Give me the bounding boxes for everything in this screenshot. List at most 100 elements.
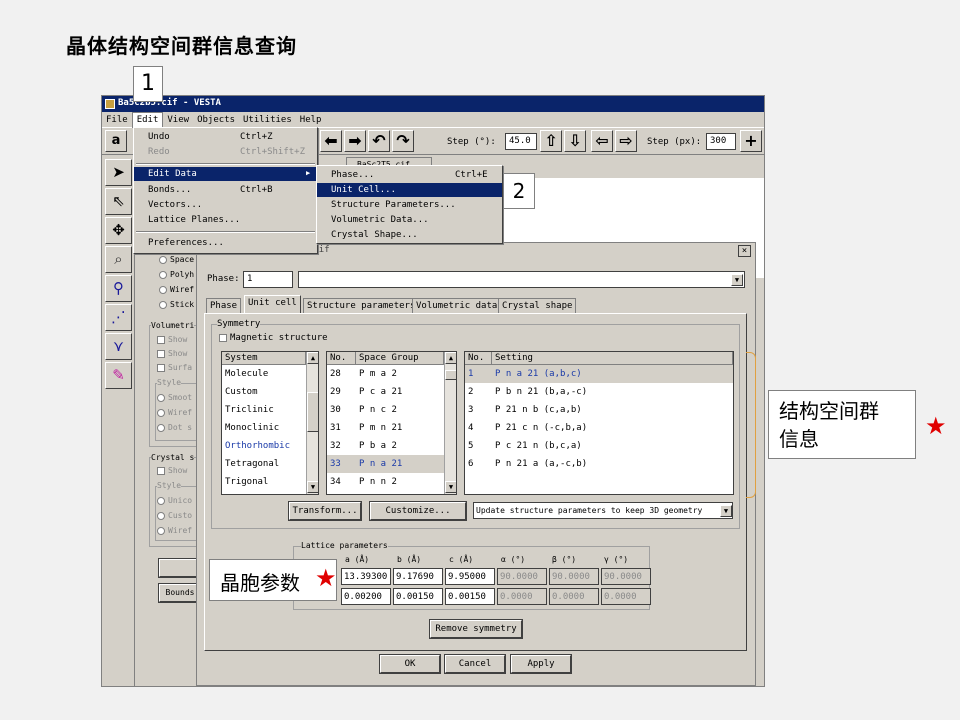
setting-row-6[interactable]: 6 P n 21 a (a,-c,b) bbox=[465, 455, 733, 473]
rotate-ccw-icon[interactable]: ↶ bbox=[368, 130, 390, 152]
step-up-icon[interactable]: ⇧ bbox=[540, 130, 562, 152]
submenu-item-structure-parameters[interactable]: Structure Parameters... bbox=[317, 198, 502, 212]
mode-button[interactable]: a bbox=[105, 130, 127, 152]
scroll-thumb[interactable] bbox=[307, 392, 318, 432]
lattice-alpha-input[interactable]: 90.0000 bbox=[497, 568, 547, 585]
system-orthorhombic[interactable]: Orthorhombic bbox=[222, 437, 290, 455]
setting-list[interactable]: No. Setting 1 P n a 21 (a,b,c) 2 P b n 21 … bbox=[464, 351, 734, 495]
lattice-b-error[interactable]: 0.00150 bbox=[393, 588, 443, 605]
volumetric-surface[interactable]: Surfa bbox=[157, 363, 192, 372]
scroll-thumb[interactable] bbox=[445, 370, 456, 380]
space-group-list[interactable]: No. Space Group 28 P m a 2 29 P c a 21 30 P… bbox=[326, 351, 457, 495]
step-down-icon[interactable]: ⇩ bbox=[564, 130, 586, 152]
select-arrow-icon[interactable]: ➤ bbox=[105, 159, 132, 186]
scroll-up-icon[interactable]: ▲ bbox=[445, 352, 456, 364]
chevron-down-icon[interactable]: ▼ bbox=[720, 505, 732, 517]
sg-row-28[interactable]: 28 P m a 2 bbox=[327, 365, 444, 383]
setting-row-3[interactable]: 3 P 21 n b (c,a,b) bbox=[465, 401, 733, 419]
setting-row-5[interactable]: 5 P c 21 n (b,c,a) bbox=[465, 437, 733, 455]
submenu-item-phase[interactable]: Phase... Ctrl+E bbox=[317, 168, 502, 182]
angle-tool-icon[interactable]: ⋰ bbox=[105, 304, 132, 331]
sg-scrollbar[interactable]: ▲ ▼ bbox=[444, 352, 456, 494]
cancel-button[interactable]: Cancel bbox=[444, 654, 506, 674]
zoom-icon[interactable]: ⌕ bbox=[105, 246, 132, 273]
menu-item-preferences[interactable]: Preferences... bbox=[134, 236, 317, 250]
style-wiref-option[interactable]: Wiref bbox=[159, 285, 194, 294]
scroll-down-icon[interactable]: ▼ bbox=[445, 481, 456, 493]
volumetric-show2[interactable]: Show bbox=[157, 349, 187, 358]
lattice-beta-error[interactable]: 0.0000 bbox=[549, 588, 599, 605]
bond-tool-icon[interactable]: ⚲ bbox=[105, 275, 132, 302]
sg-row-30[interactable]: 30 P n c 2 bbox=[327, 401, 444, 419]
lattice-c-input[interactable]: 9.95000 bbox=[445, 568, 495, 585]
tab-phase[interactable]: Phase bbox=[206, 298, 242, 313]
select-pointer-icon[interactable]: ⇖ bbox=[105, 188, 132, 215]
phase-spinner[interactable]: 1 bbox=[243, 271, 293, 288]
pan-left-icon[interactable]: ⇦ bbox=[591, 130, 613, 152]
tab-volumetric-data[interactable]: Volumetric data bbox=[412, 298, 502, 313]
crystal-style-custom[interactable]: Custo bbox=[157, 511, 192, 520]
customize-button[interactable]: Customize... bbox=[369, 501, 467, 521]
lattice-beta-input[interactable]: 90.0000 bbox=[549, 568, 599, 585]
dihedral-tool-icon[interactable]: ⋎ bbox=[105, 333, 132, 360]
crystal-style-wire[interactable]: Wiref bbox=[157, 526, 192, 535]
vol-style-wire[interactable]: Wiref bbox=[157, 408, 192, 417]
system-custom[interactable]: Custom bbox=[222, 383, 258, 401]
menu-item-bonds[interactable]: Bonds... Ctrl+B bbox=[134, 183, 317, 197]
system-tetragonal[interactable]: Tetragonal bbox=[222, 455, 279, 473]
submenu-item-volumetric-data[interactable]: Volumetric Data... bbox=[317, 213, 502, 227]
lattice-gamma-input[interactable]: 90.0000 bbox=[601, 568, 651, 585]
lattice-c-error[interactable]: 0.00150 bbox=[445, 588, 495, 605]
lattice-gamma-error[interactable]: 0.0000 bbox=[601, 588, 651, 605]
menu-item-undo[interactable]: Undo Ctrl+Z bbox=[134, 130, 317, 144]
pen-tool-icon[interactable]: ✎ bbox=[105, 362, 132, 389]
ok-button[interactable]: OK bbox=[379, 654, 441, 674]
volumetric-show1[interactable]: Show bbox=[157, 335, 187, 344]
bounds-button[interactable]: Bounds bbox=[158, 583, 202, 603]
menu-item-vectors[interactable]: Vectors... bbox=[134, 198, 317, 212]
rotate-right-icon[interactable]: ➡ bbox=[344, 130, 366, 152]
phase-name-select[interactable] bbox=[298, 271, 745, 288]
system-trigonal[interactable]: Trigonal bbox=[222, 473, 268, 491]
sg-row-33[interactable]: 33 P n a 21 bbox=[327, 455, 444, 473]
menu-item-redo[interactable]: Redo Ctrl+Shift+Z bbox=[134, 145, 317, 159]
chevron-down-icon[interactable]: ▼ bbox=[731, 274, 743, 286]
plus-icon[interactable]: + bbox=[740, 130, 762, 152]
transform-button[interactable]: Transform... bbox=[288, 501, 362, 521]
submenu-item-crystal-shape[interactable]: Crystal Shape... bbox=[317, 228, 502, 242]
vol-style-dot[interactable]: Dot s bbox=[157, 423, 192, 432]
system-scrollbar[interactable]: ▲ ▼ bbox=[306, 352, 318, 494]
style-space-option[interactable]: Space bbox=[159, 255, 194, 264]
menu-item-lattice-planes[interactable]: Lattice Planes... bbox=[134, 213, 317, 227]
scroll-up-icon[interactable]: ▲ bbox=[307, 352, 318, 364]
setting-row-1[interactable]: 1 P n a 21 (a,b,c) bbox=[465, 365, 733, 383]
lattice-b-input[interactable]: 9.17690 bbox=[393, 568, 443, 585]
style-stick-option[interactable]: Stick bbox=[159, 300, 194, 309]
setting-row-4[interactable]: 4 P 21 c n (-c,b,a) bbox=[465, 419, 733, 437]
sg-row-29[interactable]: 29 P c a 21 bbox=[327, 383, 444, 401]
menu-item-edit-data[interactable]: Edit Data ▶ bbox=[134, 167, 317, 181]
vol-style-smooth[interactable]: Smoot bbox=[157, 393, 192, 402]
remove-symmetry-button[interactable]: Remove symmetry bbox=[429, 619, 523, 639]
sg-row-34[interactable]: 34 P n n 2 bbox=[327, 473, 444, 491]
pan-right-icon[interactable]: ⇨ bbox=[615, 130, 637, 152]
close-icon[interactable]: × bbox=[738, 245, 751, 257]
scroll-down-icon[interactable]: ▼ bbox=[307, 481, 318, 493]
apply-button[interactable]: Apply bbox=[510, 654, 572, 674]
magnetic-checkbox[interactable]: Magnetic structure bbox=[219, 333, 328, 343]
submenu-item-unit-cell[interactable]: Unit Cell... bbox=[317, 183, 502, 197]
tab-crystal-shape[interactable]: Crystal shape bbox=[498, 298, 577, 313]
system-molecule[interactable]: Molecule bbox=[222, 365, 268, 383]
menu-file[interactable]: File bbox=[102, 113, 132, 129]
setting-row-2[interactable]: 2 P b n 21 (b,a,-c) bbox=[465, 383, 733, 401]
rotate-cw-icon[interactable]: ↷ bbox=[392, 130, 414, 152]
style-polyh-option[interactable]: Polyh bbox=[159, 270, 194, 279]
rotate-left-icon[interactable]: ⬅ bbox=[320, 130, 342, 152]
system-monoclinic[interactable]: Monoclinic bbox=[222, 419, 279, 437]
sg-row-32[interactable]: 32 P b a 2 bbox=[327, 437, 444, 455]
sg-row-31[interactable]: 31 P m n 21 bbox=[327, 419, 444, 437]
lattice-a-error[interactable]: 0.00200 bbox=[341, 588, 391, 605]
step-deg-input[interactable]: 45.0 bbox=[505, 133, 537, 150]
lattice-a-input[interactable]: 13.39300 bbox=[341, 568, 391, 585]
system-triclinic[interactable]: Triclinic bbox=[222, 401, 274, 419]
